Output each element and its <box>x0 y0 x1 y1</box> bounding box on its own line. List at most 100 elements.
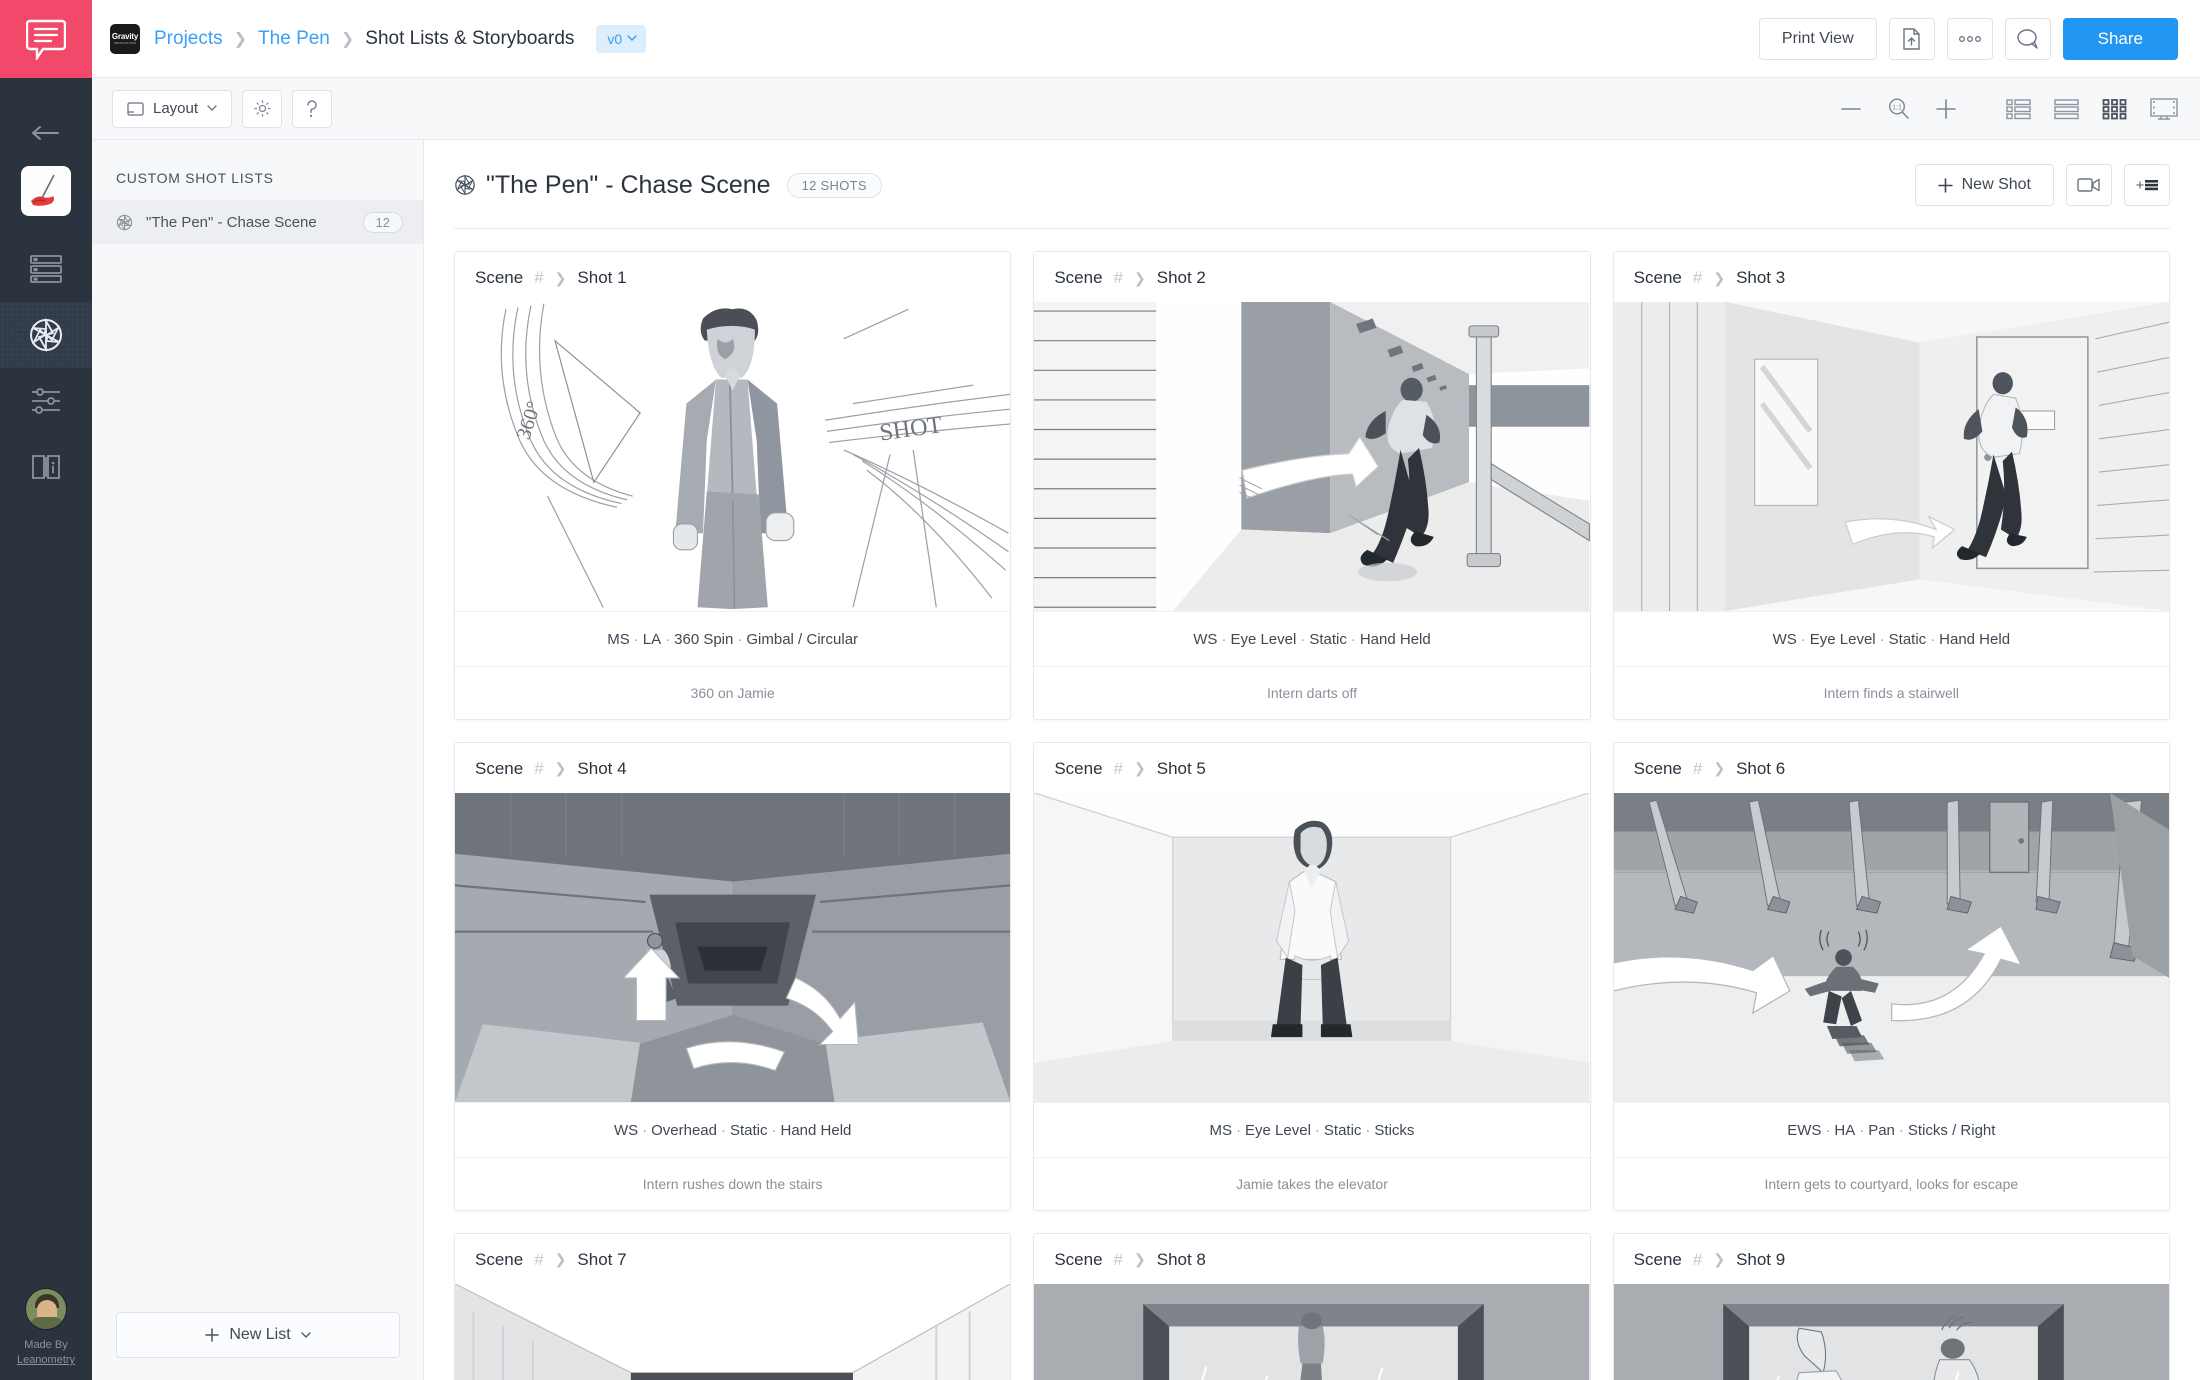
export-button[interactable] <box>1888 17 1935 60</box>
zoom-reset-button[interactable]: 1:1 <box>1887 97 1910 120</box>
storyboard-image[interactable] <box>1613 1283 2169 1380</box>
storyboard-image[interactable] <box>1034 1283 1590 1380</box>
storyboard-image[interactable] <box>1034 792 1590 1102</box>
shot-meta: MS · Eye Level · Static · Sticks <box>1034 1101 1590 1157</box>
comment-bubble-icon <box>2016 28 2038 49</box>
speech-bubble-lines-logo-icon <box>26 19 66 60</box>
scene-number-field[interactable]: # <box>534 1250 543 1270</box>
avatar[interactable] <box>25 1288 67 1331</box>
zoom-out-button[interactable] <box>1841 107 1861 111</box>
shot-card[interactable]: Scene # ❯ Shot 3 WS · Eye Level · Static… <box>1612 251 2170 720</box>
shot-label: Shot 2 <box>1156 268 1206 287</box>
more-options-button[interactable] <box>1946 17 1993 60</box>
scene-number-field[interactable]: # <box>1114 1250 1123 1270</box>
storyboard-image[interactable] <box>455 792 1011 1102</box>
scene-label: Scene <box>1633 268 1682 287</box>
version-label: v0 <box>607 30 623 47</box>
new-shot-button[interactable]: New Shot <box>1914 164 2054 206</box>
shot-card[interactable]: Scene # ❯ Shot 2 WS · Eye Level · Static… <box>1033 251 1591 720</box>
storyboard-image[interactable] <box>1613 792 2169 1102</box>
shot-card[interactable]: Scene # ❯ Shot 6 EWS · HA · Pan · Sticks… <box>1612 741 2170 1211</box>
scene-number-field[interactable]: # <box>1693 268 1702 288</box>
add-video-button[interactable] <box>2066 164 2112 206</box>
storyboard-image[interactable]: 360° SHOT <box>455 302 1011 611</box>
project-logo[interactable]: Gravity PRODUCTIONS <box>110 23 140 54</box>
layout-button[interactable]: Layout <box>112 89 233 128</box>
app-logo[interactable] <box>0 0 92 78</box>
view-rows-button[interactable] <box>2054 98 2080 120</box>
scene-label: Scene <box>1054 1249 1103 1269</box>
view-filmstrip-button[interactable] <box>2150 97 2178 121</box>
made-by-brand[interactable]: Leanometry <box>17 1353 75 1368</box>
storyboard-image[interactable] <box>455 1283 1011 1380</box>
shot-angle: Overhead <box>651 1121 717 1139</box>
right-pane: Gravity PRODUCTIONS Projects ❯ The Pen ❯… <box>92 0 2200 1380</box>
scene-number-field[interactable]: # <box>1114 268 1123 288</box>
new-shot-label: New Shot <box>1961 176 2031 193</box>
shot-meta: MS · LA · 360 Spin · Gimbal / Circular <box>455 610 1011 666</box>
insert-row-button[interactable] <box>2124 164 2170 206</box>
shot-card[interactable]: Scene # ❯ Shot 9 <box>1612 1232 2170 1380</box>
view-list-button[interactable] <box>2006 98 2032 120</box>
version-badge[interactable]: v0 <box>596 24 647 53</box>
chevron-down-icon <box>207 105 217 111</box>
layout-label: Layout <box>153 100 199 117</box>
shot-card[interactable]: Scene # ❯ Shot 8 <box>1033 1232 1591 1380</box>
print-view-button[interactable]: Print View <box>1758 17 1877 60</box>
scene-label: Scene <box>1633 758 1682 778</box>
scene-number-field[interactable]: # <box>534 759 543 779</box>
page-title-text: "The Pen" - Chase Scene <box>486 170 771 199</box>
shot-movement: 360 Spin <box>674 630 734 648</box>
view-grid-button[interactable] <box>2102 98 2128 120</box>
shot-grid: Scene # ❯ Shot 1 360° SHOT MS · LA · 360… <box>454 251 2170 1380</box>
shot-equipment: Hand Held <box>780 1121 852 1139</box>
shot-size: EWS <box>1787 1121 1822 1139</box>
rail-script-button[interactable] <box>0 236 92 302</box>
breadcrumb-separator-icon: ❯ <box>340 30 355 48</box>
project-logo-text: Gravity <box>111 32 139 41</box>
shot-card-header: Scene # ❯ Shot 3 <box>1614 252 2169 302</box>
shot-movement: Static <box>1888 630 1927 648</box>
camera-shutter-icon <box>455 174 475 196</box>
shot-card[interactable]: Scene # ❯ Shot 1 360° SHOT MS · LA · 360… <box>454 251 1012 720</box>
shot-description: 360 on Jamie <box>455 665 1011 719</box>
camera-shutter-icon <box>116 213 133 231</box>
shot-equipment: Hand Held <box>1359 630 1431 648</box>
scene-number-field[interactable]: # <box>1114 759 1123 779</box>
settings-button[interactable] <box>242 89 283 128</box>
sidebar-item-count: 12 <box>362 211 403 233</box>
shot-size: WS <box>1193 630 1218 648</box>
scene-label: Scene <box>475 758 524 778</box>
comments-button[interactable] <box>2004 17 2051 60</box>
rail-project-thumbnail[interactable] <box>21 166 71 216</box>
book-info-icon <box>32 455 60 479</box>
breadcrumb-projects[interactable]: Projects <box>154 28 223 50</box>
shot-size: MS <box>1209 1121 1233 1139</box>
shot-card-header: Scene # ❯ Shot 1 <box>455 252 1010 302</box>
rail-guide-button[interactable] <box>0 434 92 500</box>
help-button[interactable] <box>292 89 333 128</box>
breadcrumb-the-pen[interactable]: The Pen <box>258 28 330 50</box>
scene-number-field[interactable]: # <box>1693 1250 1702 1270</box>
shot-grid-scroll[interactable]: Scene # ❯ Shot 1 360° SHOT MS · LA · 360… <box>424 229 2200 1380</box>
share-button[interactable]: Share <box>2062 17 2178 60</box>
new-list-button[interactable]: New List <box>116 1312 400 1358</box>
shot-card[interactable]: Scene # ❯ Shot 5 MS · Eye Level · Static… <box>1033 741 1591 1211</box>
sidebar-item-chase-scene[interactable]: "The Pen" - Chase Scene 12 <box>92 200 423 244</box>
scene-label: Scene <box>475 1249 524 1269</box>
storyboard-image[interactable] <box>1613 302 2169 611</box>
rail-sliders-button[interactable] <box>0 368 92 434</box>
breadcrumb-separator-icon: ❯ <box>233 30 248 48</box>
rail-shot-lists-button[interactable] <box>0 302 92 368</box>
shot-card[interactable]: Scene # ❯ Shot 4 WS · Overhead · Static … <box>454 741 1012 1211</box>
shot-card[interactable]: Scene # ❯ Shot 7 <box>454 1232 1012 1380</box>
shot-label: Shot 9 <box>1736 1249 1786 1269</box>
sidebar-title: CUSTOM SHOT LISTS <box>116 170 274 186</box>
shot-description: Intern finds a stairwell <box>1613 665 2169 719</box>
storyboard-image[interactable] <box>1034 302 1590 611</box>
zoom-in-button[interactable] <box>1936 98 1956 119</box>
scene-number-field[interactable]: # <box>1693 759 1702 779</box>
scene-label: Scene <box>1633 1249 1682 1269</box>
rail-back-button[interactable] <box>0 100 92 166</box>
scene-number-field[interactable]: # <box>534 268 543 288</box>
